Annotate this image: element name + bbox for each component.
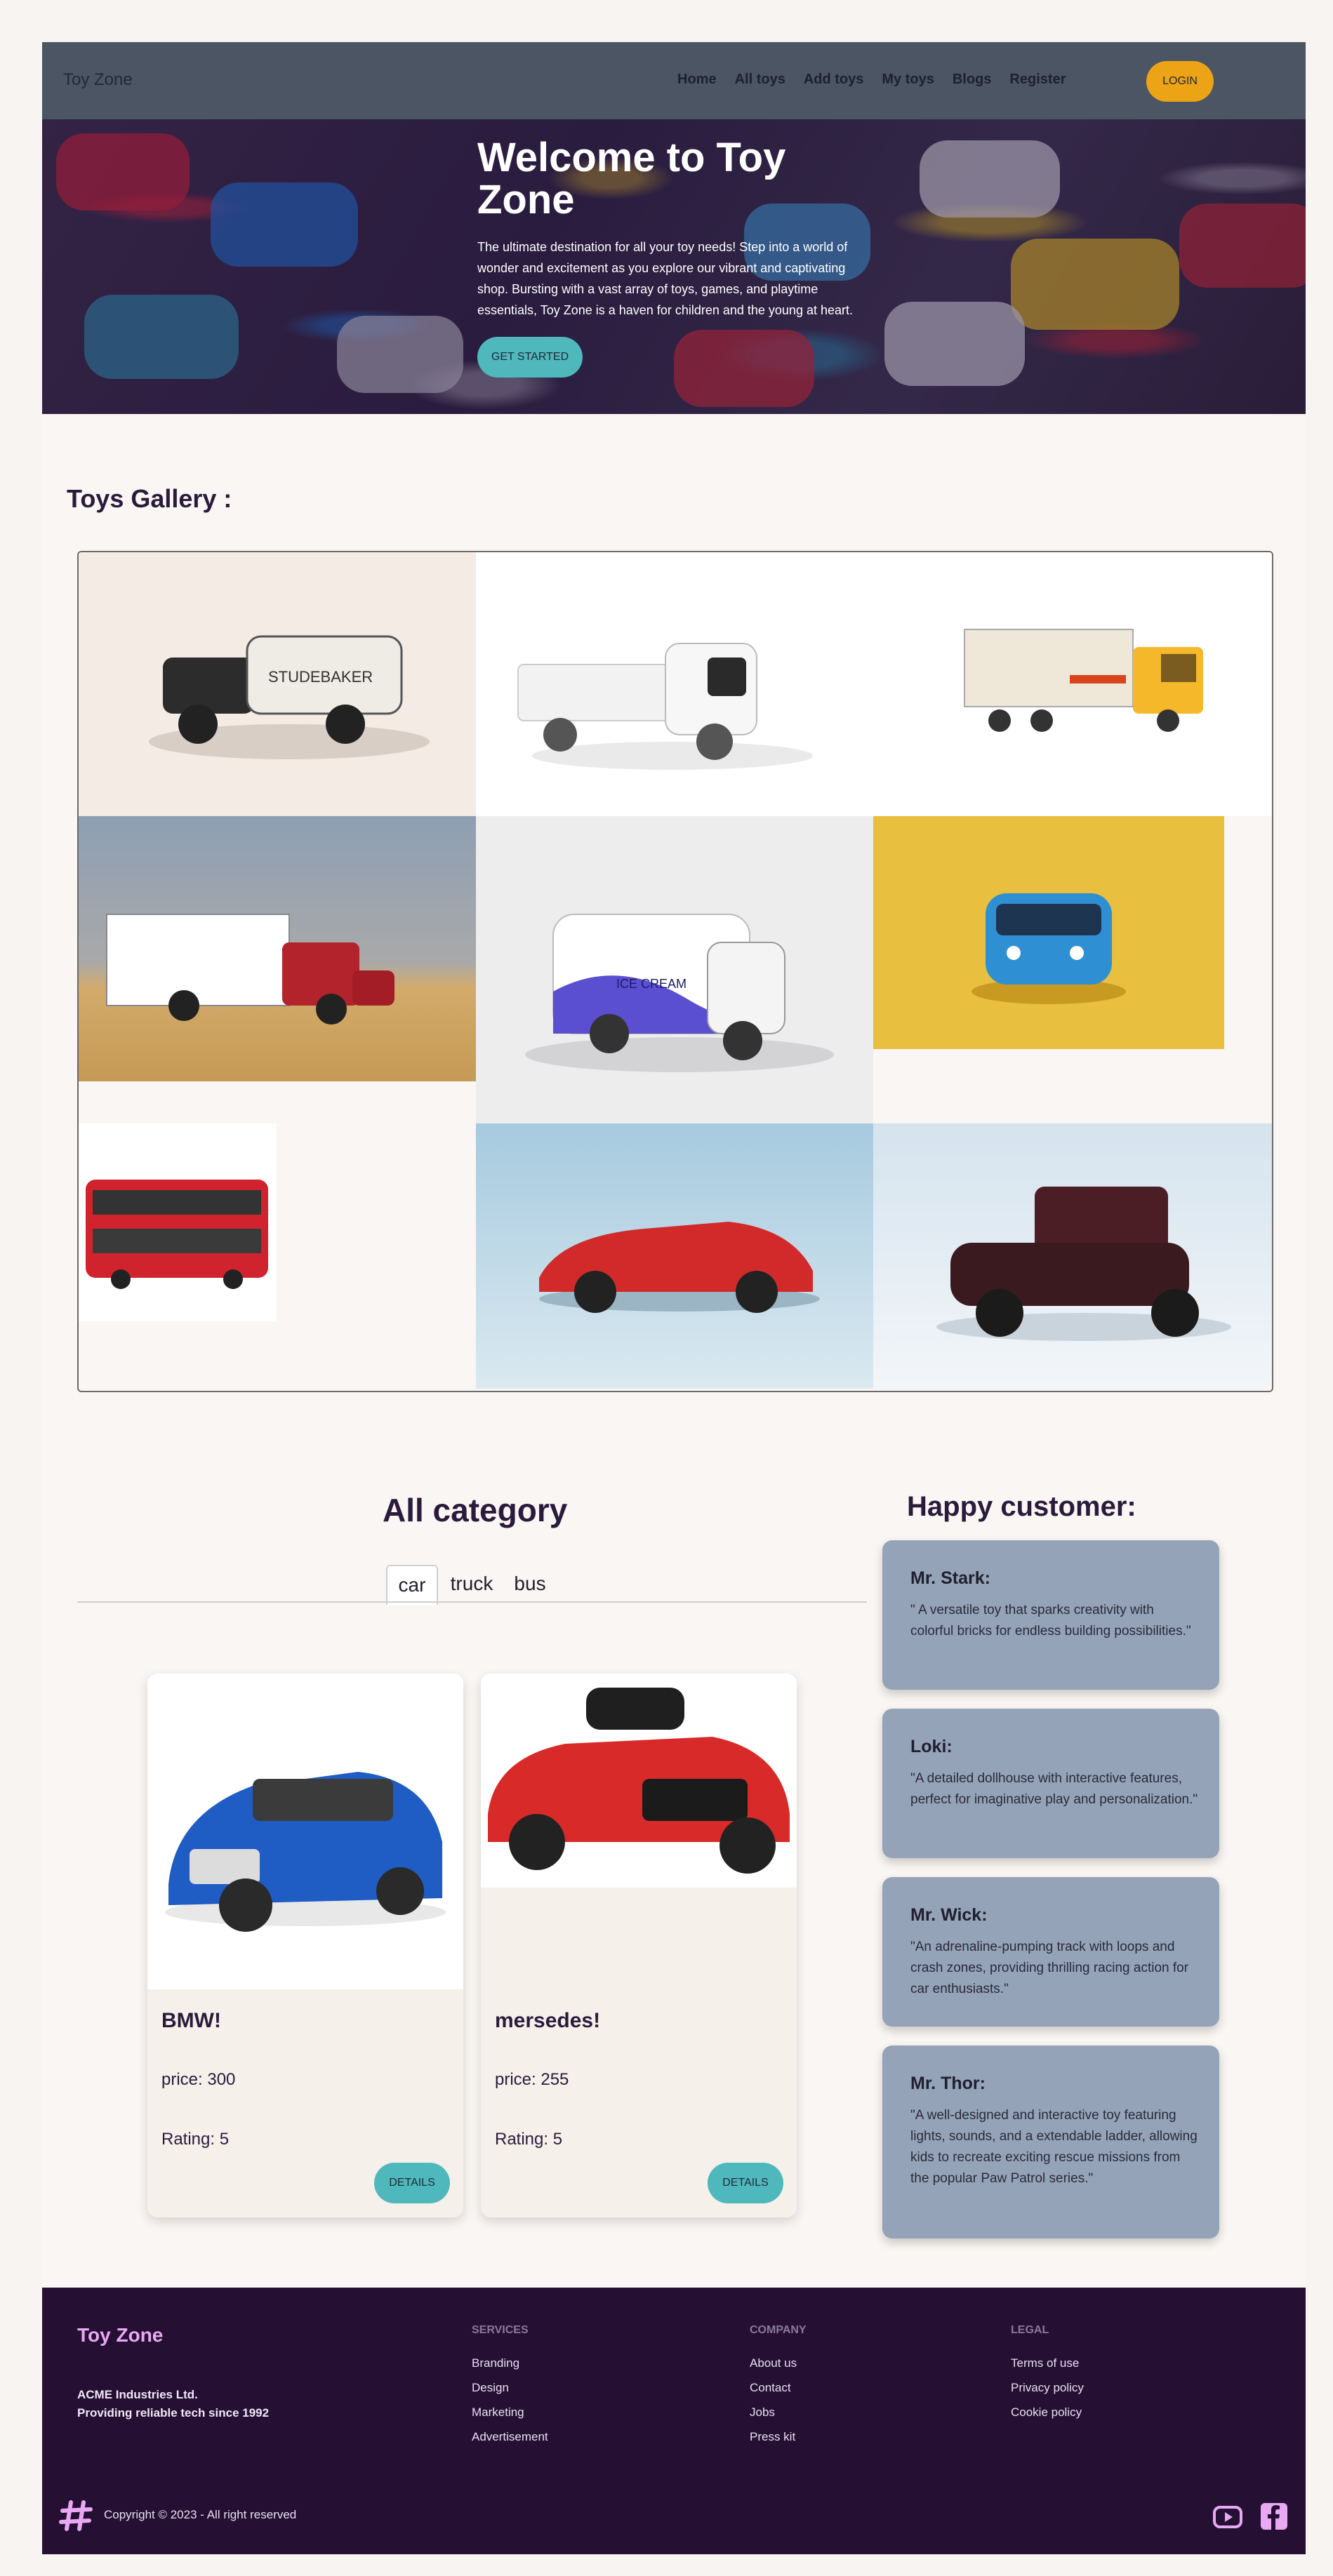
- details-button[interactable]: DETAILS: [708, 2163, 783, 2203]
- gallery-image-studebaker-truck: STUDEBAKER: [79, 552, 476, 816]
- details-button[interactable]: DETAILS: [374, 2163, 450, 2203]
- footer-services: SERVICES Branding Design Marketing Adver…: [472, 2324, 548, 2449]
- testimonial-card: Mr. Wick: "An adrenaline-pumping track w…: [882, 1877, 1219, 2027]
- testimonial-name: Mr. Wick:: [910, 1905, 988, 1925]
- testimonial-card: Loki: "A detailed dollhouse with interac…: [882, 1709, 1219, 1858]
- footer-company-name: ACME Industries Ltd.: [77, 2388, 198, 2401]
- footer-company-info: ACME Industries Ltd. Providing reliable …: [77, 2386, 269, 2422]
- gallery-image-vintage-car: [873, 1123, 1272, 1389]
- product-rating: Rating: 5: [495, 2130, 563, 2149]
- footer-legal-heading: LEGAL: [1011, 2324, 1049, 2336]
- nav-link-add-toys[interactable]: Add toys: [804, 72, 864, 88]
- testimonial-name: Mr. Thor:: [910, 2074, 986, 2093]
- nav-link-all-toys[interactable]: All toys: [735, 72, 785, 88]
- logo-hash-icon: [59, 2500, 93, 2531]
- gallery-image-red-truck: [79, 816, 476, 1081]
- hero-description: The ultimate destination for all your to…: [477, 240, 853, 317]
- testimonial-card: Mr. Stark: " A versatile toy that sparks…: [882, 1540, 1219, 1690]
- footer-legal: LEGAL Terms of use Privacy policy Cookie…: [1011, 2324, 1084, 2424]
- footer-company-tagline: Providing reliable tech since 1992: [77, 2406, 270, 2420]
- nav-link-blogs[interactable]: Blogs: [953, 72, 992, 88]
- testimonial-text: "A detailed dollhouse with interactive f…: [910, 1771, 1198, 1807]
- footer-link-terms[interactable]: Terms of use: [1011, 2351, 1084, 2375]
- nav-link-home[interactable]: Home: [677, 72, 717, 88]
- footer-company: COMPANY About us Contact Jobs Press kit: [750, 2324, 807, 2449]
- tab-bus[interactable]: bus: [505, 1565, 555, 1603]
- footer-brand: Toy Zone: [77, 2324, 164, 2346]
- get-started-button[interactable]: GET STARTED: [477, 337, 583, 378]
- footer-link-privacy[interactable]: Privacy policy: [1011, 2375, 1084, 2400]
- nav-link-my-toys[interactable]: My toys: [882, 72, 934, 88]
- footer-link-press-kit[interactable]: Press kit: [750, 2424, 807, 2449]
- gallery-image-red-convertible: [476, 1123, 873, 1389]
- testimonial-text: "A well-designed and interactive toy fea…: [910, 2108, 1198, 2186]
- product-image-mercedes: [481, 1674, 797, 1888]
- footer-link-contact[interactable]: Contact: [750, 2375, 807, 2400]
- product-card: mersedes! price: 255 Rating: 5 DETAILS: [481, 1674, 797, 2217]
- product-image-bmw: [147, 1674, 463, 1989]
- gallery-image-blue-bus: [873, 816, 1224, 1049]
- gallery-image-white-truck: [476, 552, 873, 816]
- product-price: price: 300: [161, 2070, 236, 2089]
- footer-link-jobs[interactable]: Jobs: [750, 2400, 807, 2424]
- hero-title: Welcome to Toy Zone: [477, 135, 786, 222]
- product-card: BMW! price: 300 Rating: 5 DETAILS: [147, 1674, 463, 2217]
- customers-title: Happy customer:: [907, 1491, 1136, 1522]
- gallery-image-double-decker-bus: [79, 1123, 277, 1321]
- product-rating: Rating: 5: [161, 2130, 230, 2149]
- nav-links: Home All toys Add toys My toys Blogs Reg…: [677, 72, 1066, 88]
- tab-truck[interactable]: truck: [444, 1565, 500, 1603]
- gallery-image-ice-cream-van: ICE CREAM: [476, 816, 873, 1123]
- facebook-icon[interactable]: [1259, 2502, 1289, 2531]
- footer-services-heading: SERVICES: [472, 2324, 529, 2336]
- footer-link-cookie[interactable]: Cookie policy: [1011, 2400, 1084, 2424]
- testimonial-text: " A versatile toy that sparks creativity…: [910, 1603, 1191, 1639]
- login-button[interactable]: LOGIN: [1146, 61, 1214, 102]
- product-name: mersedes!: [495, 2009, 601, 2032]
- youtube-icon[interactable]: [1213, 2502, 1242, 2531]
- tabs-divider: [77, 1601, 867, 1603]
- testimonial-name: Loki:: [910, 1737, 953, 1756]
- svg-text:STUDEBAKER: STUDEBAKER: [268, 668, 373, 686]
- nav-link-register[interactable]: Register: [1009, 72, 1066, 88]
- testimonial-name: Mr. Stark:: [910, 1568, 990, 1588]
- product-price: price: 255: [495, 2070, 569, 2089]
- gallery-image-super-power-truck: [873, 552, 1272, 816]
- footer-company-heading: COMPANY: [750, 2324, 807, 2336]
- navbar: Toy Zone Home All toys Add toys My toys …: [42, 42, 1306, 119]
- footer: Toy Zone ACME Industries Ltd. Providing …: [42, 2288, 1306, 2554]
- page: Toy Zone Home All toys Add toys My toys …: [42, 42, 1306, 2554]
- category-title: All category: [383, 1492, 568, 1528]
- tab-car[interactable]: car: [386, 1565, 438, 1606]
- navbar-brand[interactable]: Toy Zone: [63, 70, 133, 90]
- footer-link-marketing[interactable]: Marketing: [472, 2400, 548, 2424]
- hero-banner: Welcome to Toy Zone The ultimate destina…: [42, 119, 1306, 414]
- footer-copyright: Copyright © 2023 - All right reserved: [104, 2508, 297, 2521]
- toys-gallery: STUDEBAKER ICE CREAM: [77, 551, 1273, 1392]
- footer-link-design[interactable]: Design: [472, 2375, 548, 2400]
- footer-link-about-us[interactable]: About us: [750, 2351, 807, 2375]
- testimonial-text: "An adrenaline-pumping track with loops …: [910, 1940, 1189, 1996]
- testimonial-card: Mr. Thor: "A well-designed and interacti…: [882, 2046, 1219, 2238]
- gallery-title: Toys Gallery :: [67, 484, 232, 513]
- footer-link-advertisement[interactable]: Advertisement: [472, 2424, 548, 2449]
- svg-text:ICE CREAM: ICE CREAM: [616, 977, 687, 991]
- footer-link-branding[interactable]: Branding: [472, 2351, 548, 2375]
- product-name: BMW!: [161, 2009, 221, 2032]
